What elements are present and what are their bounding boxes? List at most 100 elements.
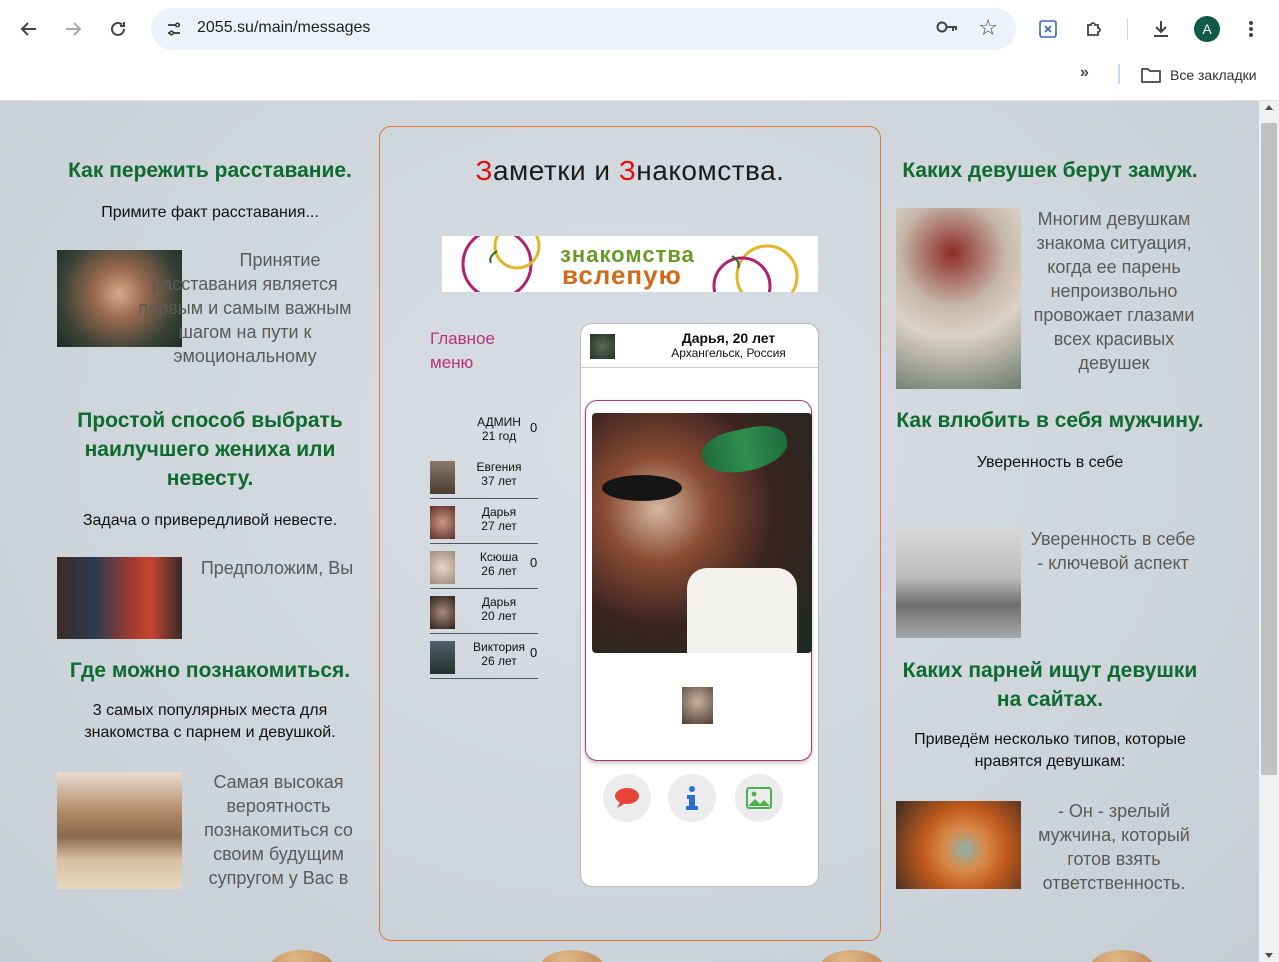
bookmark-star-icon[interactable]: ☆ xyxy=(978,15,998,41)
chat-row[interactable]: АДМИН 21 год 0 xyxy=(430,409,538,454)
article-title[interactable]: Каких парней ищут девушки на сайтах. xyxy=(890,656,1210,714)
site-title[interactable]: Заметки и Знакомства. xyxy=(380,155,880,187)
password-key-icon[interactable] xyxy=(936,18,958,39)
reload-button[interactable] xyxy=(102,13,134,45)
article-lead: 3 самых популярных места для знакомства … xyxy=(84,702,336,741)
photo-thumbnail[interactable] xyxy=(682,687,713,724)
chat-avatar xyxy=(430,461,455,494)
chat-avatar xyxy=(430,506,455,539)
chat-list: АДМИН 21 год 0 Евгения 37 лет Дарья 27 лет … xyxy=(430,409,538,679)
reload-icon xyxy=(111,21,125,36)
address-bar[interactable]: 2055.su/main/messages ☆ xyxy=(151,8,1016,50)
chat-row[interactable]: Дарья 27 лет xyxy=(430,499,538,544)
page-scrollbar[interactable] xyxy=(1259,101,1279,962)
profile-photo[interactable] xyxy=(592,413,812,653)
arrow-right-icon xyxy=(66,22,82,36)
scroll-up-icon[interactable] xyxy=(1265,105,1273,110)
article-body: Принятие расставания является первым и с… xyxy=(138,250,352,366)
forward-button[interactable] xyxy=(57,13,89,45)
background-decoration xyxy=(0,950,1259,962)
info-icon xyxy=(686,786,698,810)
chat-avatar xyxy=(430,551,455,584)
article-guys-wanted[interactable]: Каких парней ищут девушки на сайтах. При… xyxy=(890,656,1210,896)
chat-row[interactable]: Дарья 20 лет xyxy=(430,589,538,634)
back-button[interactable] xyxy=(13,13,45,45)
chat-row[interactable]: Виктория 26 лет 0 xyxy=(430,634,538,679)
chat-name: АДМИН 21 год xyxy=(477,415,521,443)
site-settings-icon[interactable] xyxy=(161,16,187,42)
article-title[interactable]: Простой способ выбрать наилучшего жениха… xyxy=(50,406,370,493)
article-image[interactable] xyxy=(57,557,182,639)
bookmarks-overflow-icon[interactable]: » xyxy=(1080,64,1089,82)
profile-name-age[interactable]: Дарья, 20 лет xyxy=(641,330,816,346)
arrow-left-icon xyxy=(20,22,36,36)
chat-button[interactable] xyxy=(603,774,651,822)
chat-row[interactable]: Евгения 37 лет xyxy=(430,454,538,499)
profile-header: Дарья, 20 лет Архангельск, Россия xyxy=(581,324,818,368)
article-breakup[interactable]: Как пережить расставание. Примите факт р… xyxy=(50,156,370,392)
blind-dating-banner[interactable]: знакомства вслепую xyxy=(442,236,818,292)
scroll-thumb[interactable] xyxy=(1261,123,1277,775)
profile-location: Архангельск, Россия xyxy=(671,346,786,360)
article-title[interactable]: Как влюбить в себя мужчину. xyxy=(890,406,1210,435)
balloon-decoration xyxy=(540,950,604,962)
article-image[interactable] xyxy=(896,208,1021,389)
chat-name: Евгения 37 лет xyxy=(476,460,522,488)
chat-avatar xyxy=(430,596,455,629)
extensions-button[interactable] xyxy=(1078,13,1110,45)
article-body: Самая высокая вероятность познакомиться … xyxy=(204,772,353,888)
article-make-man-love[interactable]: Как влюбить в себя мужчину. Уверенность … xyxy=(890,406,1210,646)
title-letter: З xyxy=(475,155,493,186)
title-letter: З xyxy=(618,155,637,186)
article-image[interactable] xyxy=(896,528,1021,638)
profile-card-frame: Дарья, 20 лет Архангельск, Россия xyxy=(580,323,819,887)
title-text: аметки и xyxy=(492,155,619,186)
article-image[interactable] xyxy=(57,772,182,889)
article-brides[interactable]: Каких девушек берут замуж. Многим девушк… xyxy=(890,156,1210,392)
close-box-icon xyxy=(1039,20,1057,38)
speech-bubble-icon xyxy=(615,788,639,808)
extension-x-button[interactable] xyxy=(1032,13,1064,45)
article-title[interactable]: Как пережить расставание. xyxy=(50,156,370,185)
page-content: Как пережить расставание. Примите факт р… xyxy=(0,101,1259,962)
browser-toolbar: 2055.su/main/messages ☆ A » Все закладки xyxy=(0,0,1279,101)
menu-button[interactable] xyxy=(1235,13,1267,45)
url-text[interactable]: 2055.su/main/messages xyxy=(197,19,370,37)
photo-shirt xyxy=(687,568,797,653)
main-menu-label: Главное меню xyxy=(430,329,495,372)
title-text: накомства. xyxy=(636,155,785,186)
chat-name: Дарья 27 лет xyxy=(481,505,517,533)
scroll-down-icon[interactable] xyxy=(1265,953,1273,958)
download-icon xyxy=(1154,21,1168,37)
main-menu-link[interactable]: Главное меню xyxy=(430,327,510,375)
article-title[interactable]: Каких девушек берут замуж. xyxy=(890,156,1210,185)
unread-count: 0 xyxy=(530,420,538,435)
unread-count: 0 xyxy=(530,555,538,570)
downloads-button[interactable] xyxy=(1145,13,1177,45)
balloon-decoration xyxy=(820,950,884,962)
profile-avatar-small[interactable] xyxy=(590,334,615,359)
article-body: Предположим, Вы xyxy=(200,558,354,578)
article-lead: Уверенность в себе xyxy=(976,454,1124,471)
all-bookmarks-button[interactable]: Все закладки xyxy=(1141,64,1257,86)
article-choose-partner[interactable]: Простой способ выбрать наилучшего жениха… xyxy=(50,406,370,646)
article-lead: Задача о привередливой невесте. xyxy=(82,512,338,529)
article-where-to-meet[interactable]: Где можно познакомиться. 3 самых популяр… xyxy=(50,656,370,896)
chat-avatar xyxy=(430,641,455,674)
folder-icon xyxy=(1141,68,1161,83)
center-panel: Заметки и Знакомства. знакомства вслепую… xyxy=(379,126,881,941)
banner-text-line2: вслепую xyxy=(562,260,682,290)
chat-row[interactable]: Ксюша 26 лет 0 xyxy=(430,544,538,589)
article-image[interactable] xyxy=(896,801,1021,889)
chat-name: Дарья 20 лет xyxy=(481,595,517,623)
info-button[interactable] xyxy=(668,774,716,822)
profile-avatar[interactable]: A xyxy=(1194,16,1220,42)
article-lead: Примите факт расставания... xyxy=(101,204,319,221)
article-title[interactable]: Где можно познакомиться. xyxy=(50,656,370,685)
chat-name: Ксюша 26 лет xyxy=(479,550,519,578)
chat-name: Виктория 26 лет xyxy=(472,640,525,668)
article-body: Уверенность в себе - ключевой аспект xyxy=(1030,529,1196,573)
photo-prop xyxy=(602,475,682,501)
profile-photo-card xyxy=(585,400,812,761)
photos-button[interactable] xyxy=(735,774,783,822)
